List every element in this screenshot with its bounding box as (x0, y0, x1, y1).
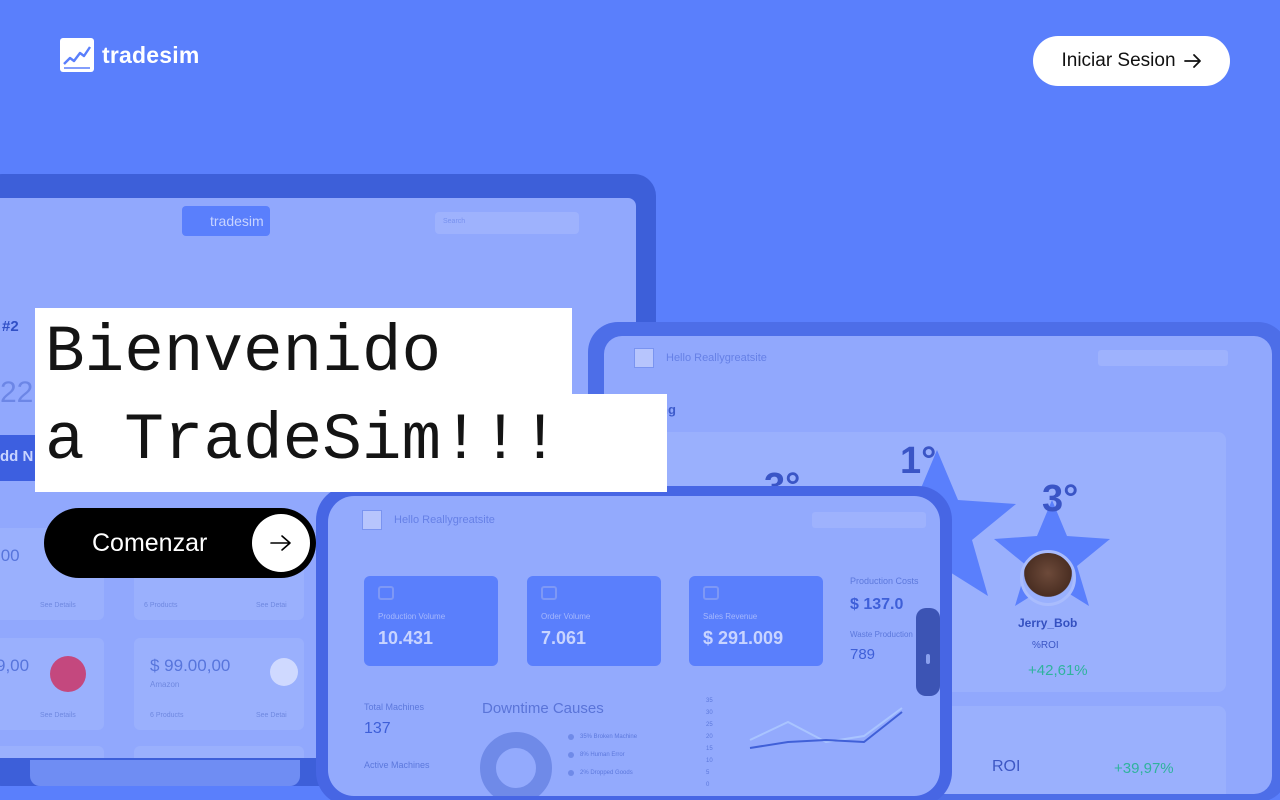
chart-series-line (749, 707, 903, 744)
card-detail: See Details (40, 712, 76, 719)
production-costs-value: $ 137.0 (850, 596, 904, 613)
active-machines-label: Active Machines (364, 760, 430, 770)
card-amount: $ 99.00,00 (150, 656, 231, 675)
hero-title-line-1: Bienvenido (35, 308, 572, 396)
laptop-card (134, 746, 304, 758)
legend-item: 35% Broken Machine (568, 734, 637, 740)
card-sub: Amazon (150, 680, 180, 689)
card-detail: 6 Products (144, 602, 178, 609)
legend-item: 8% Human Error (568, 752, 625, 758)
tablet-greeting: Hello Reallygreatsite (666, 352, 767, 364)
hero-title-line-2: a TradeSim!!! (35, 394, 667, 492)
stat-card: Production Volume 10.431 (364, 576, 498, 666)
tablet-search-input (1098, 350, 1228, 366)
stat-card: Sales Revenue $ 291.009 (689, 576, 823, 666)
production-costs-label: Production Costs (850, 576, 919, 586)
chart-trend-icon (60, 38, 94, 72)
start-button-label: Comenzar (92, 528, 208, 557)
waste-value: 789 (850, 646, 876, 663)
chart-y-tick: 0 (706, 782, 710, 788)
chart-y-tick: 5 (706, 770, 710, 776)
laptop-card: 9,00 See Details (0, 638, 104, 730)
money-icon (703, 586, 719, 600)
card-detail: See Detai (256, 602, 287, 609)
legend-label: 2% Dropped Goods (580, 770, 633, 776)
stat-card: Order Volume 7.061 (527, 576, 661, 666)
laptop-card: $ 99.00,00 Amazon 6 Products See Detai (134, 638, 304, 730)
brand-logo[interactable]: tradesim (60, 38, 199, 72)
card-detail: See Detai (256, 712, 287, 719)
chart-y-tick: 30 (706, 710, 713, 716)
rank-third: 3° (1042, 478, 1079, 520)
chart-y-tick: 15 (706, 746, 713, 752)
player-change: +42,61% (1028, 662, 1088, 679)
arrow-right-icon (1183, 54, 1201, 68)
rank-first: 1° (900, 440, 937, 482)
waste-label: Waste Production (850, 630, 913, 639)
laptop-card (0, 746, 104, 758)
player-name: Jerry_Bob (1018, 616, 1078, 630)
card-detail: See Details (40, 602, 76, 609)
card-amount: ,00 (0, 546, 20, 565)
order-icon (541, 586, 557, 600)
total-machines-label: Total Machines (364, 702, 425, 712)
chart-y-tick: 10 (706, 758, 713, 764)
legend-label: 8% Human Error (580, 752, 625, 758)
stat-value: 10.431 (378, 628, 434, 648)
laptop-search-input: Search (435, 212, 579, 234)
player-metric: %ROI (1032, 640, 1059, 651)
roi-label: ROI (992, 758, 1021, 775)
chart-y-tick: 20 (706, 734, 713, 740)
stat-value: 7.061 (541, 628, 587, 648)
tablet-header: Hello Reallygreatsite (634, 348, 767, 368)
downtime-title: Downtime Causes (482, 700, 604, 717)
legend-item: 2% Dropped Goods (568, 770, 633, 776)
stat-label: Sales Revenue (703, 612, 758, 621)
downtime-donut (480, 732, 552, 796)
brand-name: tradesim (102, 41, 200, 68)
total-machines-value: 137 (364, 720, 391, 737)
laptop-base (30, 760, 300, 786)
cart-icon (270, 658, 298, 686)
factory-icon (378, 586, 394, 600)
start-button[interactable]: Comenzar (44, 508, 316, 578)
stat-label: Order Volume (541, 612, 591, 621)
chart-y-tick: 25 (706, 722, 713, 728)
login-button[interactable]: Iniciar Sesion (1033, 36, 1230, 86)
legend-label: 35% Broken Machine (580, 734, 638, 740)
card-amount: 9,00 (0, 656, 30, 675)
player-avatar (1020, 550, 1076, 606)
phone-line-chart: 35 30 25 20 15 10 5 0 (706, 698, 903, 788)
card-detail: 6 Products (150, 712, 184, 719)
phone-greeting: Hello Reallygreatsite (394, 514, 495, 526)
arrow-right-icon (252, 514, 310, 572)
phone-screen: Hello Reallygreatsite Production Volume … (328, 496, 940, 796)
phone-search-input (812, 512, 926, 528)
chart-y-tick: 35 (706, 698, 713, 704)
avatar (362, 510, 382, 530)
roi-change: +39,97% (1114, 760, 1174, 777)
stat-value: $ 291.009 (703, 628, 784, 648)
phone-mockup: Hello Reallygreatsite Production Volume … (316, 486, 952, 800)
phone-header: Hello Reallygreatsite (362, 510, 495, 530)
laptop-rank: #2 (2, 318, 19, 335)
login-button-label: Iniciar Sesion (1061, 50, 1176, 71)
laptop-inner-logo: tradesim (182, 206, 270, 236)
avatar (634, 348, 654, 368)
phone-scrollbar (916, 608, 940, 696)
mcdonalds-logo-icon (50, 656, 86, 692)
stat-label: Production Volume (378, 612, 446, 621)
